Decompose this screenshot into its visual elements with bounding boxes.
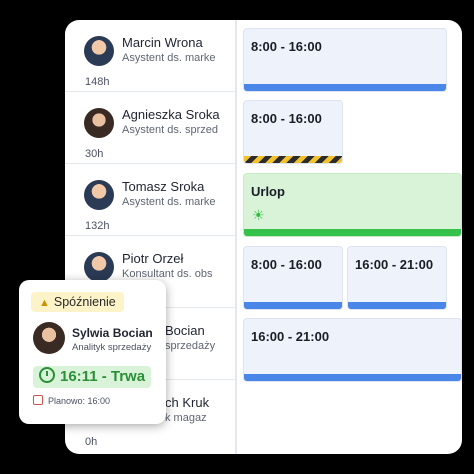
shift-bar [348, 302, 446, 309]
shift-time: 16:00 - 21:00 [355, 257, 434, 272]
leave-label: Urlop [251, 184, 285, 199]
late-notification-card[interactable]: ▲ Spóźnienie Sylwia Bocian Analityk sprze… [19, 280, 166, 424]
employee-name: Tomasz Sroka [122, 179, 205, 194]
shift-bar [244, 302, 342, 309]
planned-time: Planowo: 16:00 [33, 395, 110, 406]
shift-block[interactable]: 16:00 - 21:00 [347, 246, 447, 310]
shift-block[interactable]: 8:00 - 16:00 [243, 28, 447, 92]
status-text: 16:11 - Trwa [60, 368, 146, 385]
employee-hours: 0h [85, 436, 98, 448]
leave-block[interactable]: Urlop ☀ [243, 173, 462, 237]
avatar [84, 108, 114, 138]
shift-block[interactable]: 16:00 - 21:00 [243, 318, 462, 382]
employee-row[interactable]: Agnieszka Sroka Asystent ds. sprzed 30h [65, 92, 235, 164]
clock-icon [39, 367, 55, 383]
employee-role: Asystent ds. sprzed [122, 124, 218, 136]
planned-text: Planowo: 16:00 [48, 396, 111, 406]
sun-icon: ☀ [252, 207, 265, 223]
shift-block[interactable]: 8:00 - 16:00 [243, 246, 343, 310]
shift-bar-pending [244, 156, 342, 163]
avatar [33, 322, 65, 354]
employee-hours: 132h [85, 220, 110, 232]
employee-hours: 30h [85, 148, 104, 160]
employee-name: Marcin Wrona [122, 35, 203, 50]
avatar [84, 36, 114, 66]
card-employee-role: Analityk sprzedaży [72, 342, 152, 353]
employee-role: Asystent ds. marke [122, 196, 216, 208]
employee-name: Piotr Orzeł [122, 251, 184, 266]
late-badge-label: Spóźnienie [53, 295, 116, 309]
shift-time: 16:00 - 21:00 [251, 329, 330, 344]
card-employee-name: Sylwia Bocian [72, 326, 153, 340]
employee-row[interactable]: Marcin Wrona Asystent ds. marke 148h [65, 20, 235, 92]
employee-name: Bocian [165, 323, 205, 338]
warning-icon: ▲ [39, 297, 50, 309]
avatar [84, 252, 114, 282]
shift-bar [244, 84, 446, 91]
employee-row[interactable]: Tomasz Sroka Asystent ds. marke 132h [65, 164, 235, 236]
avatar [84, 180, 114, 210]
calendar-icon [33, 395, 43, 405]
employee-name: Agnieszka Sroka [122, 107, 220, 122]
shift-time: 8:00 - 16:00 [251, 257, 322, 272]
shift-block[interactable]: 8:00 - 16:00 [243, 100, 343, 164]
status-badge: 16:11 - Trwa [33, 366, 151, 388]
employee-role: Asystent ds. marke [122, 52, 216, 64]
leave-bar [244, 229, 461, 236]
shift-time: 8:00 - 16:00 [251, 111, 322, 126]
employee-role: Konsultant ds. obs [122, 268, 213, 280]
shift-time: 8:00 - 16:00 [251, 39, 322, 54]
employee-name: ch Kruk [165, 395, 210, 410]
late-badge: ▲ Spóźnienie [31, 292, 124, 312]
employee-hours: 148h [85, 76, 110, 88]
schedule-grid: 8:00 - 16:00 8:00 - 16:00 Urlop ☀ 8:00 -… [243, 20, 462, 454]
shift-bar [244, 374, 461, 381]
